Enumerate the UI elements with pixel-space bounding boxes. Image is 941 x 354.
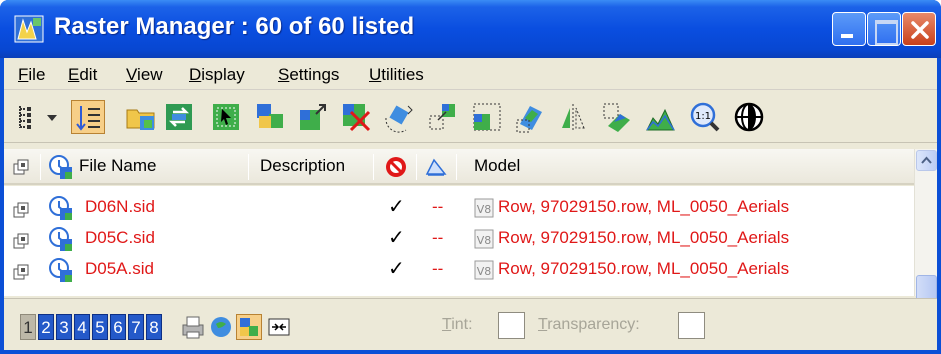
list-view-icon[interactable] <box>12 100 46 134</box>
menu-view[interactable]: View <box>124 65 165 85</box>
file-name: D05A.sid <box>85 259 154 278</box>
model-value: Row, 97029150.row, ML_0050_Aerials <box>498 259 790 278</box>
rotate-raster-icon[interactable] <box>382 100 416 134</box>
detach-raster-icon[interactable] <box>339 100 373 134</box>
globe-icon[interactable] <box>732 100 766 134</box>
menu-settings[interactable]: Settings <box>276 65 341 85</box>
file-name: D05C.sid <box>85 228 155 247</box>
title-bar[interactable]: Raster Manager : 60 of 60 listed <box>0 0 941 58</box>
transparency-label: Transparency: <box>538 316 640 333</box>
mirror-raster-icon[interactable] <box>557 100 591 134</box>
view-button-6[interactable]: 6 <box>110 314 126 340</box>
zoom-fit-icon[interactable]: 1:1 <box>688 100 722 134</box>
view-button-8[interactable]: 8 <box>146 314 162 340</box>
fit-view-icon[interactable] <box>266 314 292 340</box>
globe-display-icon[interactable] <box>208 314 234 340</box>
clip-raster-icon[interactable] <box>600 100 634 134</box>
warp-raster-icon[interactable] <box>514 100 548 134</box>
attached-column-icon[interactable] <box>12 157 32 177</box>
move-raster-icon[interactable] <box>426 100 460 134</box>
display-checkmark[interactable]: ✓ <box>388 256 405 281</box>
attached-icon <box>13 202 29 218</box>
list-header: File Name Description Model <box>4 149 914 185</box>
svg-text:V8: V8 <box>477 265 492 278</box>
raster-manager-app-icon <box>14 15 44 43</box>
view-button-3[interactable]: 3 <box>56 314 72 340</box>
raster-file-icon <box>49 227 72 251</box>
view-button-4[interactable]: 4 <box>74 314 90 340</box>
swap-icon[interactable] <box>162 100 196 134</box>
select-raster-icon[interactable] <box>209 100 243 134</box>
raster-file-icon <box>49 155 72 179</box>
menu-utilities[interactable]: Utilities <box>367 65 426 85</box>
dropdown-arrow-icon[interactable] <box>42 100 62 134</box>
scale-raster-icon[interactable] <box>470 100 504 134</box>
window-frame-bottom <box>0 350 941 354</box>
scroll-up-button[interactable] <box>916 150 937 171</box>
model-value: Row, 97029150.row, ML_0050_Aerials <box>498 228 790 247</box>
raster-list: D06N.sid ✓ -- V8 Row, 97029150.row, ML_0… <box>4 186 914 296</box>
column-model[interactable]: Model <box>474 149 520 183</box>
column-file-name[interactable]: File Name <box>79 149 156 183</box>
menu-bar: File Edit View Display Settings Utilitie… <box>4 58 937 90</box>
display-checkmark[interactable]: ✓ <box>388 194 405 219</box>
file-name: D06N.sid <box>85 197 155 216</box>
v8-model-icon: V8 <box>474 260 494 280</box>
snap-column-icon[interactable] <box>424 156 448 178</box>
vertical-scrollbar[interactable] <box>914 149 937 341</box>
close-button[interactable] <box>902 12 936 46</box>
svg-text:1:1: 1:1 <box>695 111 711 122</box>
view-button-5[interactable]: 5 <box>92 314 108 340</box>
sort-list-icon[interactable] <box>71 100 105 134</box>
toolbar: 1:1 <box>4 91 937 143</box>
list-item[interactable]: D05C.sid ✓ -- V8 Row, 97029150.row, ML_0… <box>4 224 914 255</box>
close-icon <box>911 21 929 39</box>
raster-file-icon <box>49 258 72 282</box>
list-item[interactable]: D06N.sid ✓ -- V8 Row, 97029150.row, ML_0… <box>4 193 914 224</box>
print-icon[interactable] <box>180 314 206 340</box>
minimize-button[interactable] <box>832 12 866 46</box>
snap-value: -- <box>432 197 444 216</box>
snap-value: -- <box>432 228 444 247</box>
attach-raster-icon[interactable] <box>124 100 158 134</box>
svg-text:V8: V8 <box>477 203 492 216</box>
chevron-up-icon <box>921 156 932 164</box>
attached-icon <box>13 233 29 249</box>
raster-manager-window: Raster Manager : 60 of 60 listed File Ed… <box>0 0 941 354</box>
menu-edit[interactable]: Edit <box>66 65 99 85</box>
raster-histogram-icon[interactable] <box>644 100 678 134</box>
menu-file[interactable]: File <box>16 65 47 85</box>
view-button-1[interactable]: 1 <box>20 314 36 340</box>
raster-display-icon[interactable] <box>236 314 262 340</box>
client-area: File Edit View Display Settings Utilitie… <box>4 58 937 354</box>
attached-icon <box>13 264 29 280</box>
display-checkmark[interactable]: ✓ <box>388 225 405 250</box>
window-title: Raster Manager : 60 of 60 listed <box>54 13 415 40</box>
view-button-7[interactable]: 7 <box>128 314 144 340</box>
transparency-swatch[interactable] <box>678 312 705 339</box>
view-button-2[interactable]: 2 <box>38 314 54 340</box>
tint-color-swatch[interactable] <box>498 312 525 339</box>
raster-file-icon <box>49 196 72 220</box>
list-item[interactable]: D05A.sid ✓ -- V8 Row, 97029150.row, ML_0… <box>4 255 914 286</box>
svg-text:V8: V8 <box>477 234 492 247</box>
snap-value: -- <box>432 259 444 278</box>
column-description[interactable]: Description <box>260 149 345 183</box>
tint-label: Tint: <box>442 316 473 333</box>
v8-model-icon: V8 <box>474 198 494 218</box>
menu-display[interactable]: Display <box>187 65 247 85</box>
status-strip: 1 2 3 4 5 6 7 8 Tint: Transparency: <box>4 298 937 354</box>
raster-resize-icon[interactable] <box>296 100 330 134</box>
raster-layer-icon[interactable] <box>253 100 287 134</box>
maximize-button[interactable] <box>867 12 901 46</box>
model-value: Row, 97029150.row, ML_0050_Aerials <box>498 197 790 216</box>
display-column-icon[interactable] <box>384 155 408 179</box>
v8-model-icon: V8 <box>474 229 494 249</box>
